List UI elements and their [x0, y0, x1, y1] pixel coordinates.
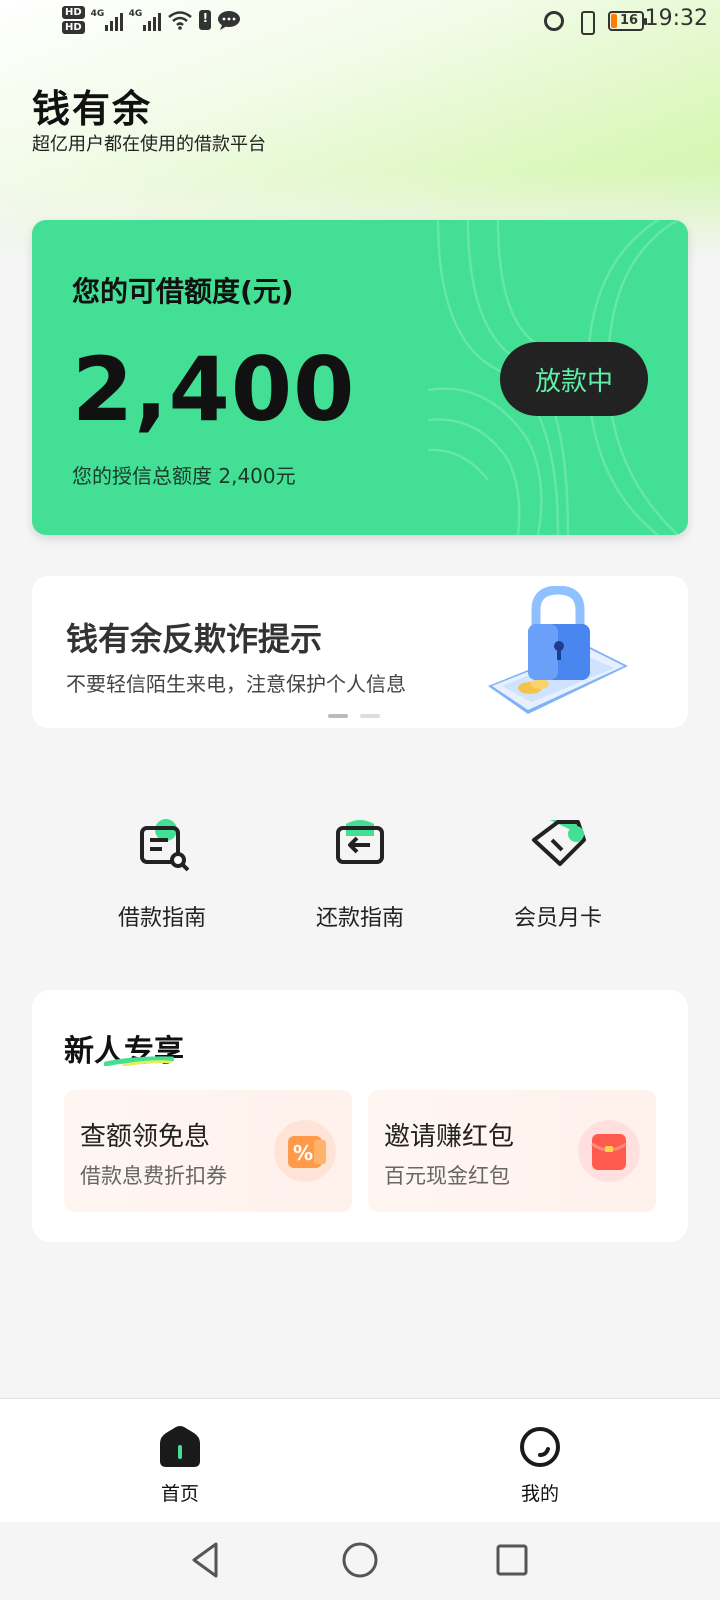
member-card-label: 会员月卡 — [513, 906, 602, 931]
status-bar: HD HD 4G 4G 16 19:32 — [0, 0, 720, 50]
credit-label: 您的可借额度(元) — [72, 275, 294, 308]
offer-subtitle: 百元现金红包 — [384, 1164, 510, 1188]
title-underline-decoration — [104, 1056, 174, 1066]
nav-profile[interactable]: 我的 — [360, 1399, 720, 1522]
app-tagline: 超亿用户都在使用的借款平台 — [32, 134, 266, 155]
anti-fraud-banner[interactable]: 钱有余反欺诈提示 不要轻信陌生来电，注意保护个人信息 — [32, 576, 688, 728]
interest-free-offer-card[interactable]: 查额领免息 借款息费折扣券 % — [64, 1090, 352, 1212]
vibrate-icon — [576, 10, 596, 35]
loan-guide-label: 借款指南 — [117, 906, 206, 931]
status-left: HD HD 4G 4G — [62, 6, 241, 34]
recents-icon[interactable] — [492, 1540, 532, 1580]
repayment-guide-button[interactable]: 还款指南 — [280, 800, 440, 940]
credit-total: 您的授信总额度 2,400元 — [72, 464, 296, 488]
bottom-navigation: 首页 我的 — [0, 1398, 720, 1522]
hd-indicator: HD HD — [62, 6, 85, 34]
battery-warning-icon — [198, 10, 211, 30]
signal-1-icon: 4G — [91, 9, 123, 31]
member-card-button[interactable]: 会员月卡 — [478, 800, 638, 940]
system-navigation-bar — [0, 1522, 720, 1600]
profile-icon — [520, 1427, 560, 1467]
newbie-section: 新人专享 查额领免息 借款息费折扣券 % 邀请赚红包 百元现金红包 — [32, 990, 688, 1242]
status-right: 16 19:32 — [544, 6, 708, 35]
credit-amount: 2,400 — [72, 338, 356, 441]
network-type-2: 4G — [128, 9, 143, 19]
red-envelope-icon — [578, 1120, 640, 1182]
invite-red-packet-card[interactable]: 邀请赚红包 百元现金红包 — [368, 1090, 656, 1212]
back-icon[interactable] — [186, 1540, 226, 1580]
quick-actions: 借款指南 还款指南 会员月卡 — [32, 800, 688, 940]
doc-search-icon — [140, 819, 190, 872]
banner-title: 钱有余反欺诈提示 — [66, 620, 323, 658]
hd-badge-1: HD — [62, 6, 85, 19]
pagination-dot-active — [328, 714, 348, 718]
home-icon — [160, 1426, 200, 1467]
app-title: 钱有余 — [32, 87, 153, 131]
loan-guide-button[interactable]: 借款指南 — [82, 800, 242, 940]
disbursing-status-button[interactable]: 放款中 — [500, 342, 648, 416]
wifi-icon — [167, 11, 192, 30]
tag-card-icon — [532, 820, 586, 866]
alarm-icon — [544, 11, 564, 31]
home-circle-icon[interactable] — [340, 1540, 380, 1580]
svg-text:%: % — [293, 1141, 313, 1165]
return-arrow-icon — [336, 820, 384, 864]
nav-profile-label: 我的 — [520, 1483, 559, 1505]
percent-coupon-icon: % — [274, 1120, 336, 1182]
hd-badge-2: HD — [62, 21, 85, 34]
credit-limit-card[interactable]: 您的可借额度(元) 2,400 您的授信总额度 2,400元 放款中 — [32, 220, 688, 535]
message-icon — [217, 11, 240, 30]
banner-subtitle: 不要轻信陌生来电，注意保护个人信息 — [66, 672, 406, 696]
repayment-guide-label: 还款指南 — [315, 906, 404, 931]
banner-pagination — [328, 714, 380, 718]
clock: 19:32 — [644, 6, 708, 31]
pagination-dot — [360, 714, 380, 718]
signal-2-icon: 4G — [129, 9, 161, 31]
battery-level: 16 — [619, 13, 639, 28]
offer-title: 邀请赚红包 — [384, 1122, 515, 1152]
offer-subtitle: 借款息费折扣券 — [80, 1164, 227, 1188]
nav-home[interactable]: 首页 — [0, 1399, 360, 1522]
network-type-1: 4G — [90, 9, 105, 19]
battery-icon: 16 — [608, 11, 647, 31]
offer-title: 查额领免息 — [80, 1122, 211, 1152]
nav-home-label: 首页 — [160, 1483, 199, 1505]
padlock-phone-illustration-icon — [488, 586, 628, 714]
